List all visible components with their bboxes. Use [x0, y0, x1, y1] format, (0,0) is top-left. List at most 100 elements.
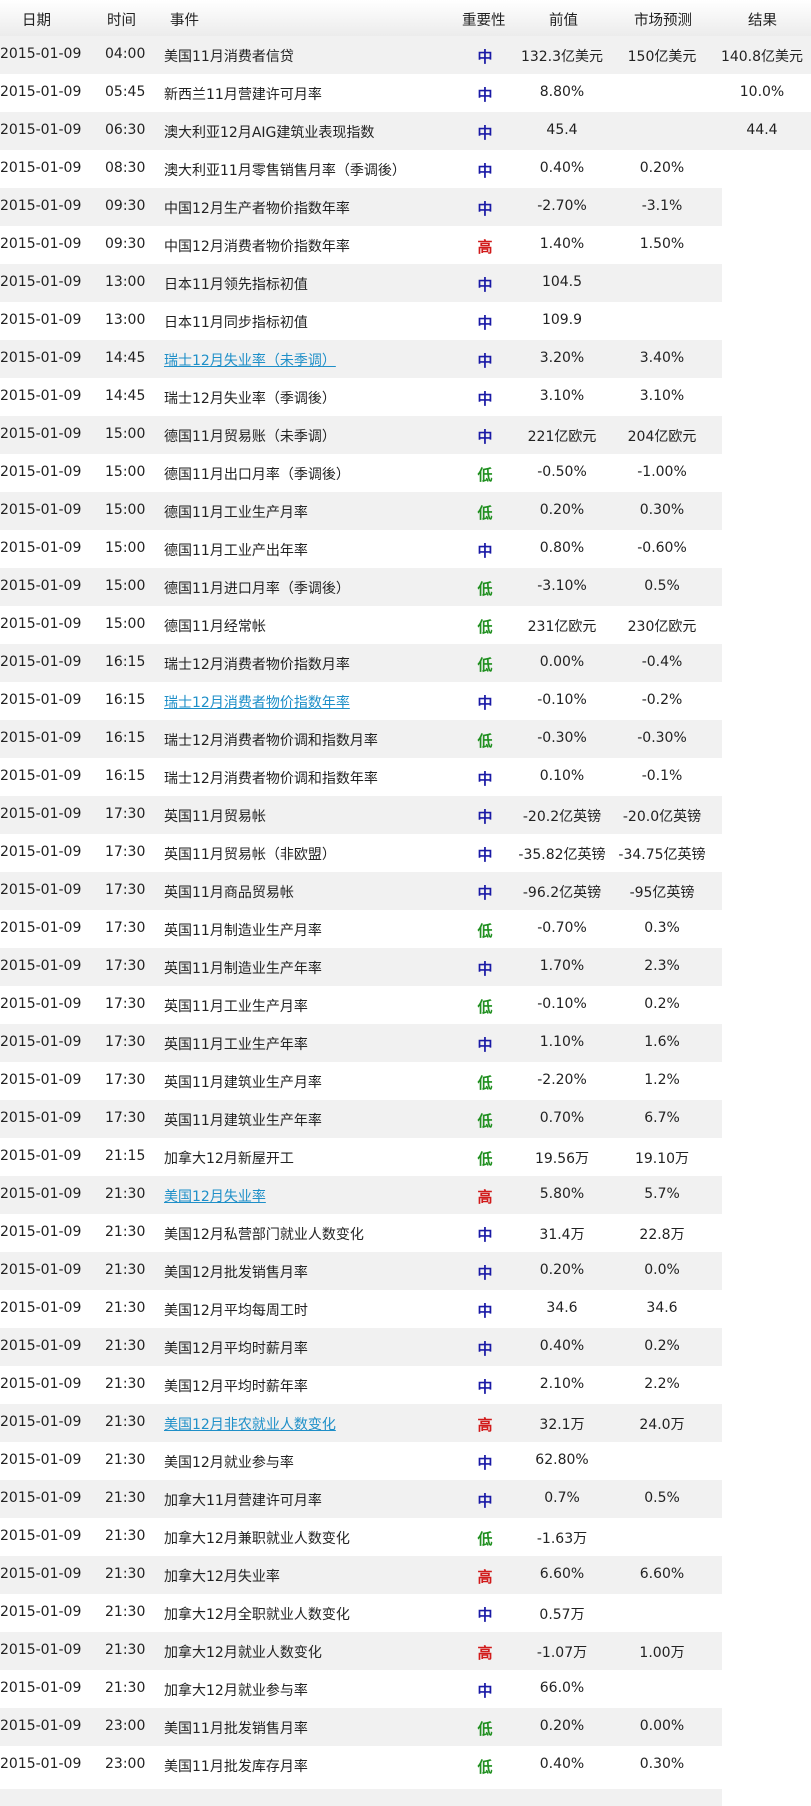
table-row: 2015-01-09 17:30 英国11月商品贸易帐 中 -96.2亿英镑 -95亿英镑: [0, 872, 811, 910]
cell-previous-text: 3.20%: [539, 350, 585, 366]
cell-date: 2015-01-09: [0, 84, 82, 100]
table-row: 2015-01-09 17:30 英国11月建筑业生产年率 低 0.70% 6.7%: [0, 1100, 811, 1138]
cell-time: 16:15: [105, 768, 146, 784]
cell-time: 14:45: [105, 350, 146, 366]
cell-previous-text: 0.20%: [539, 1262, 585, 1278]
cell-date: 2015-01-09: [0, 1756, 82, 1772]
cell-time: 21:30: [105, 1604, 146, 1620]
cell-time: 15:00: [105, 502, 146, 518]
cell-forecast-text: 3.10%: [639, 388, 685, 404]
cell-time: 15:00: [105, 578, 146, 594]
cell-forecast-text: 5.7%: [644, 1186, 680, 1202]
importance-badge-text: 中: [477, 200, 493, 218]
importance-badge-text: 中: [477, 770, 493, 788]
cell-forecast-text: -0.60%: [637, 540, 687, 556]
importance-badge-text: 高: [477, 1644, 493, 1662]
cell-date: 2015-01-09: [0, 1186, 82, 1202]
table-row: 2015-01-09 21:30 美国12月平均时薪月率 中 0.40% 0.2%: [0, 1328, 811, 1366]
event-link[interactable]: 瑞士12月消费者物价指数年率: [164, 692, 350, 712]
table-row: 2015-01-09 23:00 美国11月批发销售月率 低 0.20% 0.00%: [0, 1708, 811, 1746]
table-row: 2015-01-09 16:15 瑞士12月消费者物价指数月率 低 0.00% -0.4%: [0, 644, 811, 682]
cell-date: 2015-01-09: [0, 654, 82, 670]
cell-date: 2015-01-09: [0, 160, 82, 176]
event-link[interactable]: 瑞士12月失业率（未季调）: [164, 350, 336, 370]
cell-event: 加拿大12月全职就业人数变化: [164, 1607, 350, 1623]
event-link[interactable]: 美国12月非农就业人数变化: [164, 1414, 336, 1434]
table-row: 2015-01-09 09:30 中国12月消费者物价指数年率 高 1.40% 1.50%: [0, 226, 811, 264]
table-row: 2015-01-09 21:30 美国12月平均时薪年率 中 2.10% 2.2%: [0, 1366, 811, 1404]
cell-event: 美国11月批发库存月率: [164, 1759, 308, 1775]
cell-previous-text: 0.7%: [544, 1490, 580, 1506]
cell-date: 2015-01-09: [0, 1338, 82, 1354]
importance-badge-text: 中: [477, 846, 493, 864]
cell-event: 瑞士12月消费者物价指数月率: [164, 657, 350, 673]
importance-badge-text: 中: [477, 1378, 493, 1396]
cell-time: 21:30: [105, 1490, 146, 1506]
importance-badge-text: 中: [477, 694, 493, 712]
cell-forecast-text: 1.6%: [644, 1034, 680, 1050]
table-row: 2015-01-09 16:15 瑞士12月消费者物价调和指数月率 低 -0.30% -0…: [0, 720, 811, 758]
cell-time: 21:30: [105, 1224, 146, 1240]
event-table-body: 2015-01-09 04:00 美国11月消费者信贷中 132.3亿美元 150亿美元…: [0, 36, 811, 1784]
cell-forecast-text: 2.3%: [644, 958, 680, 974]
table-row: 2015-01-09 21:30 加拿大12月兼职就业人数变化 低 -1.63万: [0, 1518, 811, 1556]
table-row: 2015-01-09 21:30 美国12月失业率 高 5.80% 5.7%: [0, 1176, 811, 1214]
cell-forecast-text: 1.50%: [639, 236, 685, 252]
importance-badge-text: 中: [477, 884, 493, 902]
event-link[interactable]: 美国12月失业率: [164, 1186, 266, 1206]
cell-event: 德国11月出口月率（季调後）: [164, 467, 350, 483]
importance-badge-text: 中: [477, 1302, 493, 1320]
table-row: 2015-01-09 05:45 新西兰11月营建许可月率 中 8.80% 10.0%: [0, 74, 811, 112]
cell-date: 2015-01-09: [0, 692, 82, 708]
table-row: 2015-01-09 13:00 日本11月同步指标初值 中 109.9: [0, 302, 811, 340]
cell-previous-text: 19.56万: [534, 1151, 590, 1167]
cell-previous-text: -3.10%: [537, 578, 587, 594]
cell-previous-text: 32.1万: [539, 1417, 585, 1433]
importance-badge-text: 中: [477, 314, 493, 332]
cell-previous-text: 132.3亿美元: [520, 49, 604, 65]
cell-previous-text: 0.40%: [539, 1338, 585, 1354]
importance-badge-text: 中: [477, 1454, 493, 1472]
cell-time: 13:00: [105, 274, 146, 290]
cell-date: 2015-01-09: [0, 882, 82, 898]
importance-badge-text: 低: [477, 922, 493, 940]
cell-time: 23:00: [105, 1718, 146, 1734]
cell-forecast-text: 204亿欧元: [627, 429, 697, 445]
col-header-previous: 前值: [549, 13, 578, 29]
table-row: 2015-01-09 21:30 美国12月批发销售月率 中 0.20% 0.0%: [0, 1252, 811, 1290]
importance-badge-text: 中: [477, 124, 493, 142]
cell-time: 16:15: [105, 730, 146, 746]
col-header-date: 日期: [22, 13, 51, 29]
importance-badge-text: 低: [477, 1530, 493, 1548]
cell-time: 17:30: [105, 1034, 146, 1050]
table-row: 2015-01-09 14:45 瑞士12月失业率（季调後） 中 3.10% 3.10%: [0, 378, 811, 416]
importance-badge-text: 低: [477, 1112, 493, 1130]
table-header: 日期 时间 事件 重要性 前值 市场预测 结果: [0, 0, 811, 37]
cell-date: 2015-01-09: [0, 464, 82, 480]
cell-event: 英国11月制造业生产年率: [164, 961, 322, 977]
table-row: 2015-01-09 17:30 英国11月制造业生产年率 中 1.70% 2.3%: [0, 948, 811, 986]
cell-previous-text: 66.0%: [539, 1680, 585, 1696]
cell-time: 23:00: [105, 1756, 146, 1772]
importance-badge-text: 低: [477, 998, 493, 1016]
cell-forecast-text: 0.0%: [644, 1262, 680, 1278]
cell-date: 2015-01-09: [0, 1452, 82, 1468]
cell-forecast-text: 2.2%: [644, 1376, 680, 1392]
cell-event: 中国12月生产者物价指数年率: [164, 201, 350, 217]
cell-event: 德国11月进口月率（季调後）: [164, 581, 350, 597]
table-row: 2015-01-09 15:00 德国11月经常帐 低 231亿欧元 230亿欧元: [0, 606, 811, 644]
cell-forecast-text: 0.2%: [644, 996, 680, 1012]
cell-time: 14:45: [105, 388, 146, 404]
cell-previous-text: 109.9: [541, 312, 583, 328]
cell-event: 英国11月商品贸易帐: [164, 885, 294, 901]
cell-date: 2015-01-09: [0, 1604, 82, 1620]
cell-time: 17:30: [105, 1110, 146, 1126]
cell-time: 17:30: [105, 1072, 146, 1088]
cell-date: 2015-01-09: [0, 388, 82, 404]
cell-event: 加拿大12月就业人数变化: [164, 1645, 322, 1661]
importance-badge-text: 中: [477, 1036, 493, 1054]
table-row: 2015-01-09 15:00 德国11月进口月率（季调後） 低 -3.10% 0.5%: [0, 568, 811, 606]
cell-event: 英国11月建筑业生产年率: [164, 1113, 322, 1129]
importance-badge-text: 低: [477, 504, 493, 522]
cell-previous-text: 5.80%: [539, 1186, 585, 1202]
